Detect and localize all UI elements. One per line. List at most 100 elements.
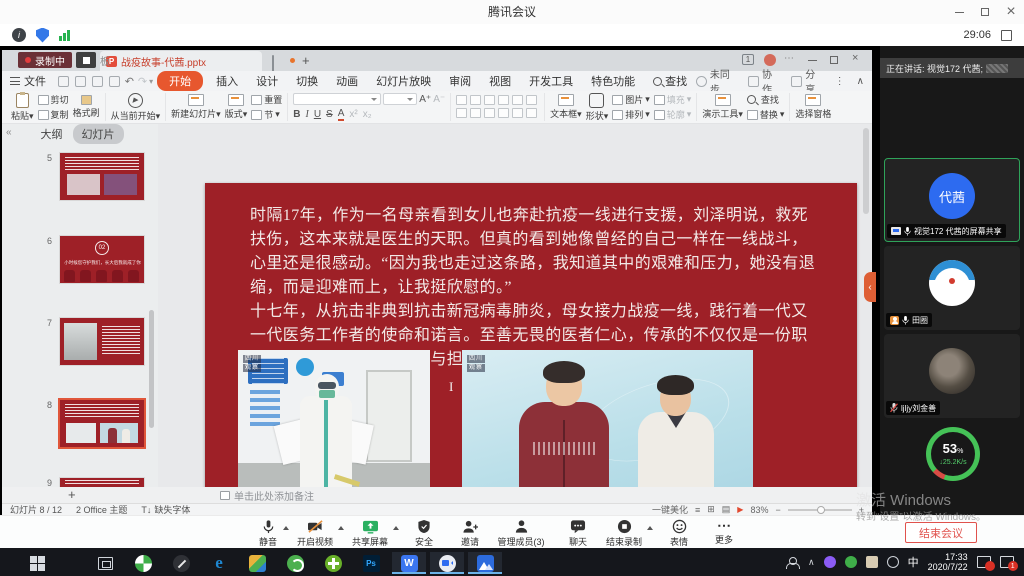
replace-button[interactable]: 替换▾ xyxy=(747,108,785,121)
panel-scrollbar[interactable] xyxy=(149,310,154,428)
tray-link-icon[interactable] xyxy=(887,556,899,568)
shapes-button[interactable]: 形状▾ xyxy=(586,93,609,122)
taskbar-app-pinwheel[interactable] xyxy=(126,552,160,574)
current-slide[interactable]: 时隔17年，作为一名母亲看到女儿也奔赴抗疫一线进行支援，刘泽明说，救死扶伤，这本… xyxy=(205,183,857,515)
reset-button[interactable]: 重置 xyxy=(251,93,282,106)
tray-app-purple-icon[interactable] xyxy=(824,556,836,568)
meeting-info-icon[interactable]: i xyxy=(12,28,26,42)
normal-view-icon[interactable]: ⊞ xyxy=(707,504,715,515)
emoji-button[interactable]: 表情 xyxy=(657,519,701,548)
share-options-caret[interactable] xyxy=(393,526,399,530)
task-view-button[interactable] xyxy=(88,552,122,574)
copy-button[interactable]: 复制 xyxy=(38,108,69,121)
close-icon[interactable]: × xyxy=(998,0,1024,24)
ime-indicator[interactable]: 中 xyxy=(908,554,919,570)
section-button[interactable]: 节▾ xyxy=(251,108,282,121)
menu-find[interactable]: 查找 xyxy=(644,73,696,89)
maximize-icon[interactable] xyxy=(972,0,998,24)
tab-view[interactable]: 视图 xyxy=(480,73,520,89)
tab-review[interactable]: 审阅 xyxy=(440,73,480,89)
notification-icon[interactable] xyxy=(977,556,991,568)
sorter-view-icon[interactable]: ▤ xyxy=(722,504,731,515)
beautify-button[interactable]: 一键美化 xyxy=(652,503,688,515)
font-decrease-button[interactable]: A⁻ xyxy=(433,94,445,105)
tray-expand-icon[interactable]: ∧ xyxy=(808,557,815,568)
picture-button[interactable]: 图片▾ xyxy=(612,93,650,106)
taskbar-app-edge[interactable]: e xyxy=(202,552,236,574)
wps-minimize-icon[interactable] xyxy=(808,60,817,61)
fill-button[interactable]: 填充▾ xyxy=(654,93,692,106)
notes-view-icon[interactable]: ≡ xyxy=(695,505,700,515)
canvas-scrollbar[interactable] xyxy=(863,128,869,214)
zoom-level[interactable]: 83% xyxy=(750,505,768,515)
participant-tile-daiqian[interactable]: 代茜 视觉172 代茜的屏幕共享 xyxy=(884,158,1020,242)
start-video-button[interactable]: 开启视频 xyxy=(293,519,337,548)
font-size-select[interactable] xyxy=(383,93,417,105)
arrange-button[interactable]: 排列▾ xyxy=(612,108,650,121)
font-color-button[interactable]: A xyxy=(338,108,345,121)
print-icon[interactable] xyxy=(92,76,103,87)
participant-tile-liujinshan[interactable]: ljljy刘金善 xyxy=(884,334,1020,418)
layout-button[interactable]: 版式▾ xyxy=(225,94,248,120)
manage-members-button[interactable]: 管理成员(3) xyxy=(493,519,549,548)
start-button[interactable] xyxy=(20,552,54,574)
output-icon[interactable] xyxy=(75,76,86,87)
zoom-slider[interactable] xyxy=(788,509,852,511)
collapse-ribbon-icon[interactable]: ∧ xyxy=(857,76,864,87)
format-painter-button[interactable]: 格式刷 xyxy=(73,95,100,119)
network-speed-gauge[interactable]: 53% ↓25.2K/s xyxy=(926,427,980,481)
cut-button[interactable]: 剪切 xyxy=(38,93,69,106)
minimize-icon[interactable] xyxy=(946,0,972,24)
slide-thumbnail-9[interactable] xyxy=(60,478,144,487)
tab-special-features[interactable]: 特色功能 xyxy=(582,73,644,89)
tab-developer[interactable]: 开发工具 xyxy=(520,73,582,89)
new-slide-button[interactable]: 新建幻灯片▾ xyxy=(171,94,221,120)
tab-home[interactable]: 开始 xyxy=(157,71,203,91)
security-button[interactable]: 安全 xyxy=(402,519,446,548)
tab-insert[interactable]: 插入 xyxy=(207,73,247,89)
paragraph-tools-group[interactable] xyxy=(456,95,539,120)
notes-placeholder[interactable]: 单击此处添加备注 xyxy=(220,487,314,503)
taskbar-app-photos[interactable] xyxy=(240,552,274,574)
tray-app-green-icon[interactable] xyxy=(845,556,857,568)
theme-indicator[interactable]: 2 Office 主题 xyxy=(76,503,127,515)
stop-recording-button[interactable]: 结束录制 xyxy=(602,519,646,548)
bold-button[interactable]: B xyxy=(293,109,300,120)
invite-button[interactable]: 邀请 xyxy=(448,519,492,548)
share-screen-button[interactable]: 共享屏幕 xyxy=(348,519,392,548)
tab-transition[interactable]: 切换 xyxy=(287,73,327,89)
slide-thumbnail-6[interactable]: 02 小时候您守护我们，长大后我就成了你 xyxy=(60,236,144,283)
tab-animation[interactable]: 动画 xyxy=(327,73,367,89)
record-options-caret[interactable] xyxy=(647,526,653,530)
underline-button[interactable]: U xyxy=(314,109,321,120)
strikethrough-button[interactable]: S xyxy=(326,109,333,120)
action-center-icon[interactable]: 1 xyxy=(1000,556,1014,568)
add-slide-button[interactable]: + xyxy=(68,487,76,503)
taskbar-app-meeting[interactable] xyxy=(430,552,464,574)
menu-file[interactable]: 文件 xyxy=(2,73,55,89)
tab-slideshow[interactable]: 幻灯片放映 xyxy=(367,73,440,89)
taskbar-app-photoshop[interactable]: Ps xyxy=(354,552,388,574)
taskbar-app-antivirus[interactable] xyxy=(316,552,350,574)
find-button[interactable]: 查找 xyxy=(747,93,785,106)
preview-icon[interactable] xyxy=(109,76,120,87)
sidebar-collapse-handle[interactable]: ‹ xyxy=(864,272,876,302)
collapse-panel-icon[interactable]: « xyxy=(6,127,12,138)
tab-outline[interactable]: 大纲 xyxy=(41,126,63,142)
people-icon[interactable] xyxy=(786,557,799,568)
taskbar-app-pen[interactable] xyxy=(164,552,198,574)
play-from-current-button[interactable]: ▶从当前开始▾ xyxy=(111,93,161,122)
end-meeting-button[interactable]: 结束会议 xyxy=(905,522,977,543)
font-name-select[interactable] xyxy=(293,93,381,105)
meeting-security-shield-icon[interactable] xyxy=(36,28,49,43)
tray-folder-icon[interactable] xyxy=(866,556,878,568)
redo-icon[interactable]: ↷ xyxy=(138,75,147,88)
window-layout-icon[interactable]: 1 xyxy=(742,54,754,65)
taskbar-clock[interactable]: 17:33 2020/7/22 xyxy=(928,552,968,572)
more-button[interactable]: ⋯ 更多 xyxy=(702,519,746,546)
zoom-out-button[interactable]: − xyxy=(775,505,780,515)
mute-options-caret[interactable] xyxy=(283,526,289,530)
undo-icon[interactable]: ↶ xyxy=(125,75,134,88)
fullscreen-icon[interactable] xyxy=(1001,30,1012,41)
font-increase-button[interactable]: A⁺ xyxy=(419,94,431,105)
